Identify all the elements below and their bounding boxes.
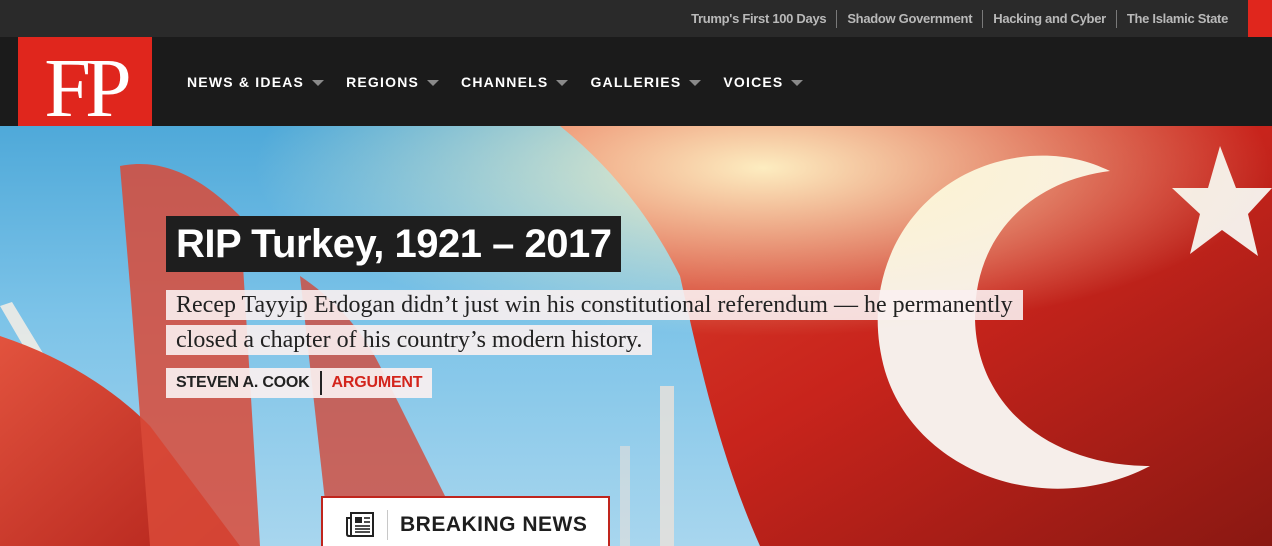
nav-voices-label: VOICES [723, 73, 784, 90]
breaking-news-label: BREAKING NEWS [400, 513, 588, 536]
nav-channels-label: CHANNELS [461, 73, 549, 90]
trending-link-hacking-cyber[interactable]: Hacking and Cyber [982, 9, 1116, 28]
main-navigation: FP NEWS & IDEAS REGIONS CHANNELS GALLERI… [0, 37, 1272, 143]
trending-link-trump[interactable]: Trump's First 100 Days [681, 10, 836, 28]
hero-feature[interactable]: RIP Turkey, 1921 – 2017 Recep Tayyip Erd… [0, 126, 1272, 546]
logo-text: FP [44, 42, 131, 135]
nav-news-ideas[interactable]: NEWS & IDEAS [187, 73, 325, 90]
dek-line-1: Recep Tayyip Erdogan didn’t just win his… [166, 290, 1023, 320]
trending-link-islamic-state[interactable]: The Islamic State [1115, 9, 1238, 28]
nav-news-ideas-label: NEWS & IDEAS [187, 73, 305, 90]
subscribe-tab[interactable] [1248, 0, 1272, 37]
nav-regions-label: REGIONS [346, 73, 420, 90]
chevron-down-icon [689, 79, 702, 86]
trending-links: Trump's First 100 Days Shadow Government… [681, 0, 1238, 37]
nav-voices[interactable]: VOICES [723, 73, 804, 90]
chevron-down-icon [427, 79, 440, 86]
nav-galleries[interactable]: GALLERIES [590, 73, 702, 90]
nav-menu: NEWS & IDEAS REGIONS CHANNELS GALLERIES … [187, 37, 825, 126]
headline[interactable]: RIP Turkey, 1921 – 2017 [166, 216, 622, 272]
breaking-news-box[interactable]: BREAKING NEWS [321, 496, 610, 546]
chevron-down-icon [791, 79, 804, 86]
byline-divider [319, 371, 322, 395]
trending-link-shadow-government[interactable]: Shadow Government [836, 9, 982, 28]
breaking-divider [387, 510, 388, 540]
section-kicker[interactable]: ARGUMENT [332, 374, 423, 392]
chevron-down-icon [556, 79, 569, 86]
chevron-down-icon [312, 79, 325, 86]
nav-channels[interactable]: CHANNELS [461, 73, 569, 90]
top-utility-bar: Trump's First 100 Days Shadow Government… [0, 0, 1272, 37]
author-link[interactable]: STEVEN A. COOK [176, 374, 310, 392]
article-dek: Recep Tayyip Erdogan didn’t just win his… [166, 288, 1166, 358]
byline: STEVEN A. COOK ARGUMENT [166, 368, 433, 398]
newspaper-icon [346, 512, 374, 537]
nav-galleries-label: GALLERIES [590, 73, 682, 90]
nav-regions[interactable]: REGIONS [346, 73, 440, 90]
dek-line-2: closed a chapter of his country’s modern… [166, 325, 653, 355]
